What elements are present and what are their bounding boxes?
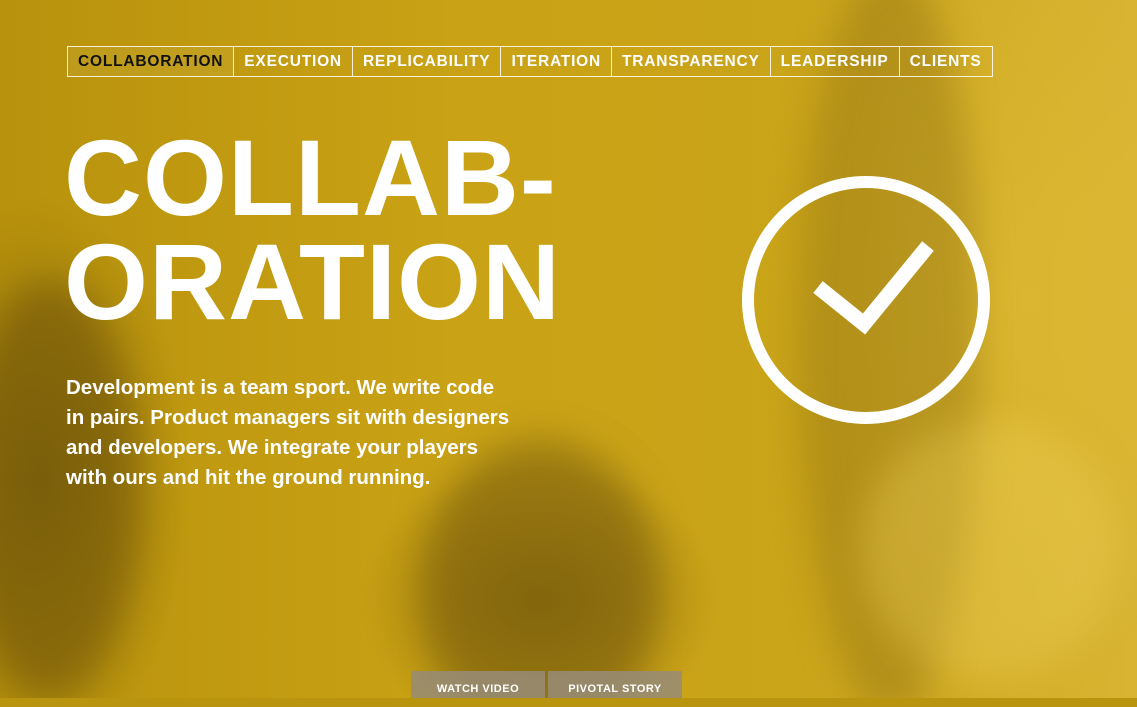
photo-highlight-window bbox=[860, 420, 1120, 680]
nav-item-collaboration[interactable]: COLLABORATION bbox=[68, 47, 234, 76]
nav-item-leadership[interactable]: LEADERSHIP bbox=[769, 47, 899, 76]
nav-item-replicability[interactable]: REPLICABILITY bbox=[351, 47, 501, 76]
check-circle-icon bbox=[742, 176, 990, 424]
pivotal-story-button[interactable]: PIVOTAL STORY bbox=[548, 671, 682, 698]
page-title: COLLAB- ORATION bbox=[64, 117, 561, 342]
watch-video-button[interactable]: WATCH VIDEO bbox=[411, 671, 545, 698]
page-title-line-2: ORATION bbox=[64, 221, 561, 342]
hero-description: Development is a team sport. We write co… bbox=[66, 376, 510, 489]
nav-item-execution[interactable]: EXECUTION bbox=[233, 47, 352, 76]
nav-item-transparency[interactable]: TRANSPARENCY bbox=[611, 47, 770, 76]
bottom-tabs: WATCH VIDEO PIVOTAL STORY bbox=[411, 671, 682, 698]
nav-item-iteration[interactable]: ITERATION bbox=[500, 47, 611, 76]
page-title-line-1: COLLAB- bbox=[64, 117, 557, 238]
section-nav: COLLABORATION EXECUTION REPLICABILITY IT… bbox=[67, 46, 993, 77]
nav-item-clients[interactable]: CLIENTS bbox=[898, 47, 992, 76]
